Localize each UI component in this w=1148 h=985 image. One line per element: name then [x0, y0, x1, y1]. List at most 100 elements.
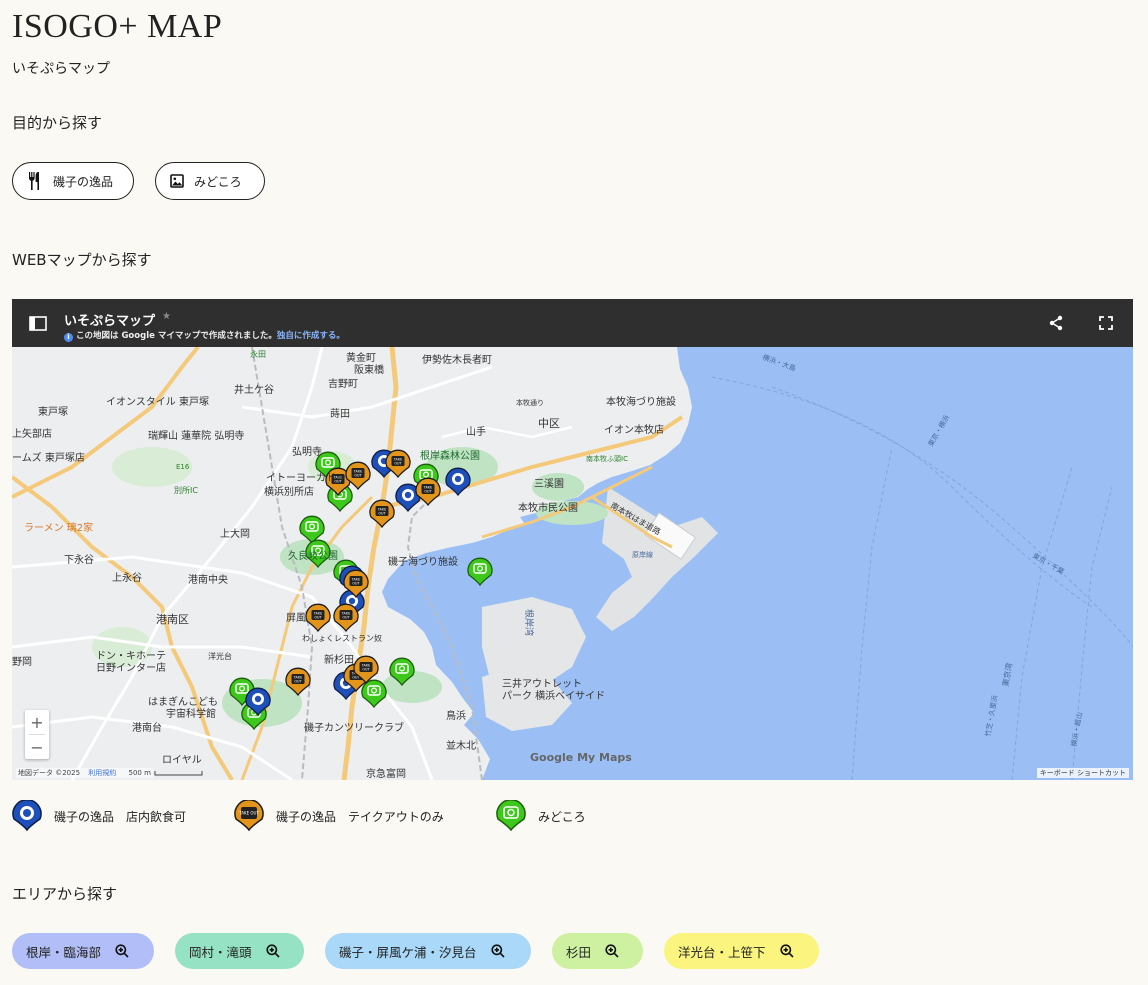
map-label: 本牧市民公園	[518, 501, 578, 514]
map-label: わしょくレストラン奴	[302, 633, 382, 643]
map-label: 並木北	[446, 739, 476, 752]
terms-link[interactable]: 利用規約	[88, 769, 116, 777]
image-icon	[170, 174, 184, 188]
map-label: 竹芝・久里浜	[983, 694, 999, 737]
map-label: 三井アウトレット	[502, 677, 582, 690]
map-label: 南本牧はま道路	[609, 500, 662, 537]
map-label: 山手	[466, 425, 486, 438]
specialty-filter-label: 磯子の逸品	[53, 174, 114, 189]
map-attribution: 地図データ ©2025 利用規約 500 m	[16, 768, 153, 778]
map-label: 三溪園	[534, 478, 564, 490]
area-chip-yokodai[interactable]: 洋光台・上笹下	[664, 933, 819, 969]
area-chip-isogo[interactable]: 磯子・屏風ケ浦・汐見台	[325, 933, 531, 969]
scale-label: 500 m	[128, 769, 151, 777]
map-label: 日野インター店	[96, 661, 166, 674]
map-label: 東京・千葉	[1031, 551, 1066, 576]
map-label: 井土ケ谷	[234, 383, 274, 396]
map-label: イオンスタイル 東戸塚	[106, 395, 209, 408]
map-label: 京急富岡	[366, 767, 406, 780]
legend-takeout-label: 磯子の逸品 テイクアウトのみ	[276, 809, 444, 824]
map-label: イオン本牧店	[604, 423, 664, 436]
map-label: 南本牧ふ頭IC	[586, 454, 628, 463]
map-label: 永田	[250, 349, 266, 359]
area-chip-sugita[interactable]: 杉田	[552, 933, 643, 969]
map-label: 横浜・館山	[1069, 711, 1084, 747]
map-label: 吉野町	[328, 378, 358, 390]
info-icon: i	[64, 333, 73, 342]
fork-knife-icon	[29, 172, 39, 190]
map-label: 港南区	[156, 613, 189, 626]
fullscreen-icon[interactable]	[1099, 316, 1113, 330]
map-label: ドン・キホーテ	[96, 650, 166, 662]
map-label: 洋光台	[208, 651, 232, 661]
map-label: E16	[176, 463, 190, 471]
legend-sightseeing: みどころ	[496, 800, 586, 832]
area-chip-label: 根岸・臨海部	[26, 944, 102, 960]
map-header-bar: いそぷらマップ ★ i この地図は Google マイマップで作成されました。独自…	[12, 299, 1133, 347]
page-title: ISOGO+ MAP	[12, 8, 223, 45]
legend-dine-in-label: 磯子の逸品 店内飲食可	[54, 809, 187, 824]
map-label: 宇宙科学館	[166, 707, 216, 720]
area-chip-okamura[interactable]: 岡村・滝頭	[175, 933, 304, 969]
map-label: 本牧海づり施設	[606, 395, 676, 408]
map-labels-layer: 永田 黄金町 阪東橋 伊勢佐木長者町 井土ケ谷 吉野町 東戸塚 イオンスタイル …	[12, 349, 1084, 780]
map-label: パーク 横浜ベイサイド	[502, 689, 605, 702]
specialty-filter-button[interactable]: 磯子の逸品	[12, 162, 134, 200]
zoom-in-icon	[605, 944, 619, 958]
map-label: 原岸線	[632, 550, 653, 559]
star-icon[interactable]: ★	[162, 311, 171, 322]
legend-dine-in: 磯子の逸品 店内飲食可	[12, 800, 186, 832]
map-canvas[interactable]: TAKE OUT	[12, 347, 1133, 780]
attribution-text: 地図データ ©2025	[18, 769, 81, 777]
zoom-in-icon	[779, 944, 794, 958]
map-label: 根岸湾	[523, 609, 535, 636]
zoom-out-button[interactable]: −	[25, 735, 49, 759]
map-label: ームズ 東戸塚店	[12, 451, 85, 464]
zoom-in-button[interactable]: +	[25, 710, 49, 734]
google-my-maps-logo: Google My Maps	[530, 751, 632, 764]
map-note-text: この地図は Google マイマップで作成されました。	[76, 331, 277, 341]
map-label: ロイヤル	[162, 755, 202, 766]
map-label: 東戸塚	[38, 405, 68, 418]
purpose-heading: 目的から探す	[12, 114, 103, 132]
map-label: 中区	[538, 417, 560, 430]
map-label: 磯子海づり施設	[388, 555, 458, 568]
map-label: 港南中央	[188, 573, 228, 586]
zoom-control: + −	[25, 710, 49, 759]
map-label: イトーヨーカドー	[266, 472, 346, 484]
map-label: 弘明寺	[292, 446, 322, 458]
map-label: ラーメン 璃2家	[24, 521, 93, 534]
map-label: 東京・横浜	[926, 413, 951, 448]
zoom-in-icon	[265, 944, 280, 958]
map-label: 蒔田	[330, 408, 350, 420]
map-label: 根岸森林公園	[420, 449, 480, 462]
area-heading: エリアから探す	[12, 885, 118, 903]
camera-marker-icon	[496, 800, 526, 832]
create-own-map-link[interactable]: 独自に作成する。	[277, 331, 345, 341]
map-label: 上矢部店	[12, 427, 52, 440]
dine-in-marker-icon	[12, 800, 42, 832]
map-label: 久良岐公園	[288, 549, 338, 562]
keyboard-shortcuts-link[interactable]: キーボード ショートカット	[1036, 768, 1129, 778]
area-chip-label: 洋光台・上笹下	[678, 944, 766, 960]
page-subtitle: いそぷらマップ	[12, 61, 110, 77]
area-chip-label: 岡村・滝頭	[189, 944, 252, 960]
map-label: 瑞輝山 蓮華院 弘明寺	[148, 429, 244, 442]
share-icon[interactable]	[1049, 315, 1063, 331]
legend-takeout: TAKE OUT 磯子の逸品 テイクアウトのみ	[234, 800, 444, 832]
map-title: いそぷらマップ	[64, 314, 156, 329]
area-chip-label: 磯子・屏風ケ浦・汐見台	[339, 944, 477, 960]
area-chip-negishi[interactable]: 根岸・臨海部	[12, 933, 154, 969]
map-label: 磯子カンツリークラブ	[304, 721, 404, 734]
zoom-in-icon	[490, 944, 505, 958]
sightseeing-filter-button[interactable]: みどころ	[155, 162, 265, 200]
map-label: 鳥浜	[446, 709, 466, 722]
embedded-map[interactable]: いそぷらマップ ★ i この地図は Google マイマップで作成されました。独自…	[12, 299, 1133, 780]
map-label: 横浜・大島	[761, 352, 797, 372]
map-label: 本牧通り	[516, 398, 544, 407]
legend-sightseeing-label: みどころ	[538, 809, 586, 824]
sidebar-toggle-icon[interactable]	[29, 316, 47, 331]
map-label: 横浜別所店	[264, 485, 314, 498]
map-label: 野岡	[12, 656, 32, 668]
map-label: 阪東橋	[354, 363, 384, 376]
